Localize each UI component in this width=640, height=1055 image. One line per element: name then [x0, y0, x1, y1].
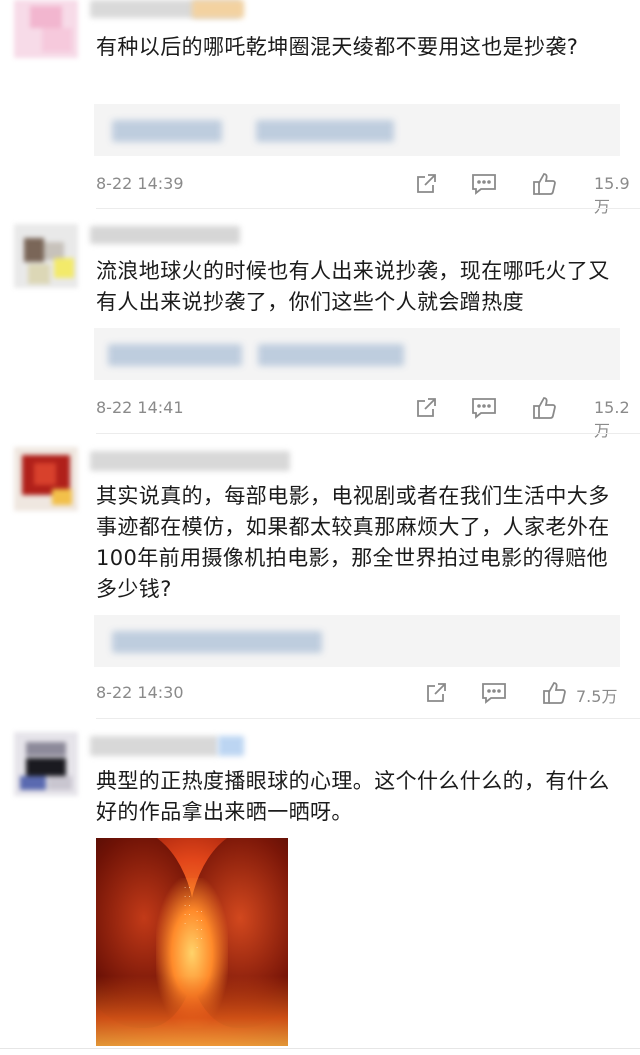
attached-image[interactable]: · · · · · · · · · · · · · · · · · · [96, 838, 288, 1046]
comment-meta: 8-22 14:39 15.9万 [96, 170, 630, 216]
avatar[interactable] [14, 224, 78, 288]
comment-item: 其实说真的，每部电影，电视剧或者在我们生活中大多事迹都在模仿，如果都太较真那麻烦… [0, 435, 640, 720]
comment-text: 流浪地球火的时候也有人出来说抄袭，现在哪吒火了又有人出来说抄袭了，你们这些个人就… [96, 259, 610, 314]
comment-icon[interactable] [470, 170, 498, 198]
bottom-divider [0, 1048, 640, 1049]
reply-preview-blurred-link [108, 344, 242, 366]
username-blurred[interactable] [90, 736, 218, 756]
avatar[interactable] [14, 447, 78, 511]
comment-icon[interactable] [470, 394, 498, 422]
comment-meta: 8-22 14:41 15.2万 [96, 394, 630, 440]
avatar[interactable] [14, 732, 78, 796]
username-blurred[interactable] [90, 451, 290, 471]
comment-time: 8-22 14:30 [96, 683, 184, 702]
poster-flames [96, 976, 288, 1046]
user-badge-blurred [218, 736, 244, 756]
share-icon[interactable] [412, 170, 440, 198]
comment-text: 典型的正热度播眼球的心理。这个什么什么的，有什么好的作品拿出来晒一晒呀。 [96, 769, 610, 824]
user-badge-blurred [192, 0, 244, 18]
divider [96, 718, 640, 719]
comment-time: 8-22 14:41 [96, 398, 184, 417]
comment-item: 流浪地球火的时候也有人出来说抄袭，现在哪吒火了又有人出来说抄袭了，你们这些个人就… [0, 210, 640, 440]
share-icon[interactable] [412, 394, 440, 422]
comment-item: 有种以后的哪吒乾坤圈混天绫都不要用这也是抄袭? 8-22 14:39 15.9万 [0, 0, 640, 216]
comment-text: 其实说真的，每部电影，电视剧或者在我们生活中大多事迹都在模仿，如果都太较真那麻烦… [96, 484, 610, 601]
reply-preview-blurred-link [112, 631, 322, 653]
comment-item: 典型的正热度播眼球的心理。这个什么什么的，有什么好的作品拿出来晒一晒呀。 · ·… [0, 720, 640, 1055]
comment-icon[interactable] [480, 679, 508, 707]
reply-preview[interactable] [94, 104, 620, 156]
divider [96, 208, 640, 209]
comment-meta: 8-22 14:30 7.5万 [96, 679, 622, 707]
reply-preview-blurred-link [256, 120, 394, 142]
reply-preview[interactable] [94, 328, 620, 380]
thumbs-up-icon[interactable] [530, 394, 558, 422]
like-count: 7.5万 [576, 687, 618, 706]
share-icon[interactable] [422, 679, 450, 707]
poster-vertical-text: · · · · · · · · · [196, 908, 203, 952]
divider [96, 433, 640, 434]
thumbs-up-icon[interactable] [540, 679, 568, 707]
comment-text: 有种以后的哪吒乾坤圈混天绫都不要用这也是抄袭? [96, 35, 579, 59]
reply-preview-blurred-link [112, 120, 222, 142]
username-blurred[interactable] [90, 226, 240, 244]
reply-preview-blurred-link [258, 344, 404, 366]
poster-vertical-text: · · · · · · · · · [184, 884, 191, 928]
thumbs-up-icon[interactable] [530, 170, 558, 198]
reply-preview[interactable] [94, 615, 620, 667]
avatar[interactable] [14, 0, 78, 58]
comment-time: 8-22 14:39 [96, 174, 184, 193]
